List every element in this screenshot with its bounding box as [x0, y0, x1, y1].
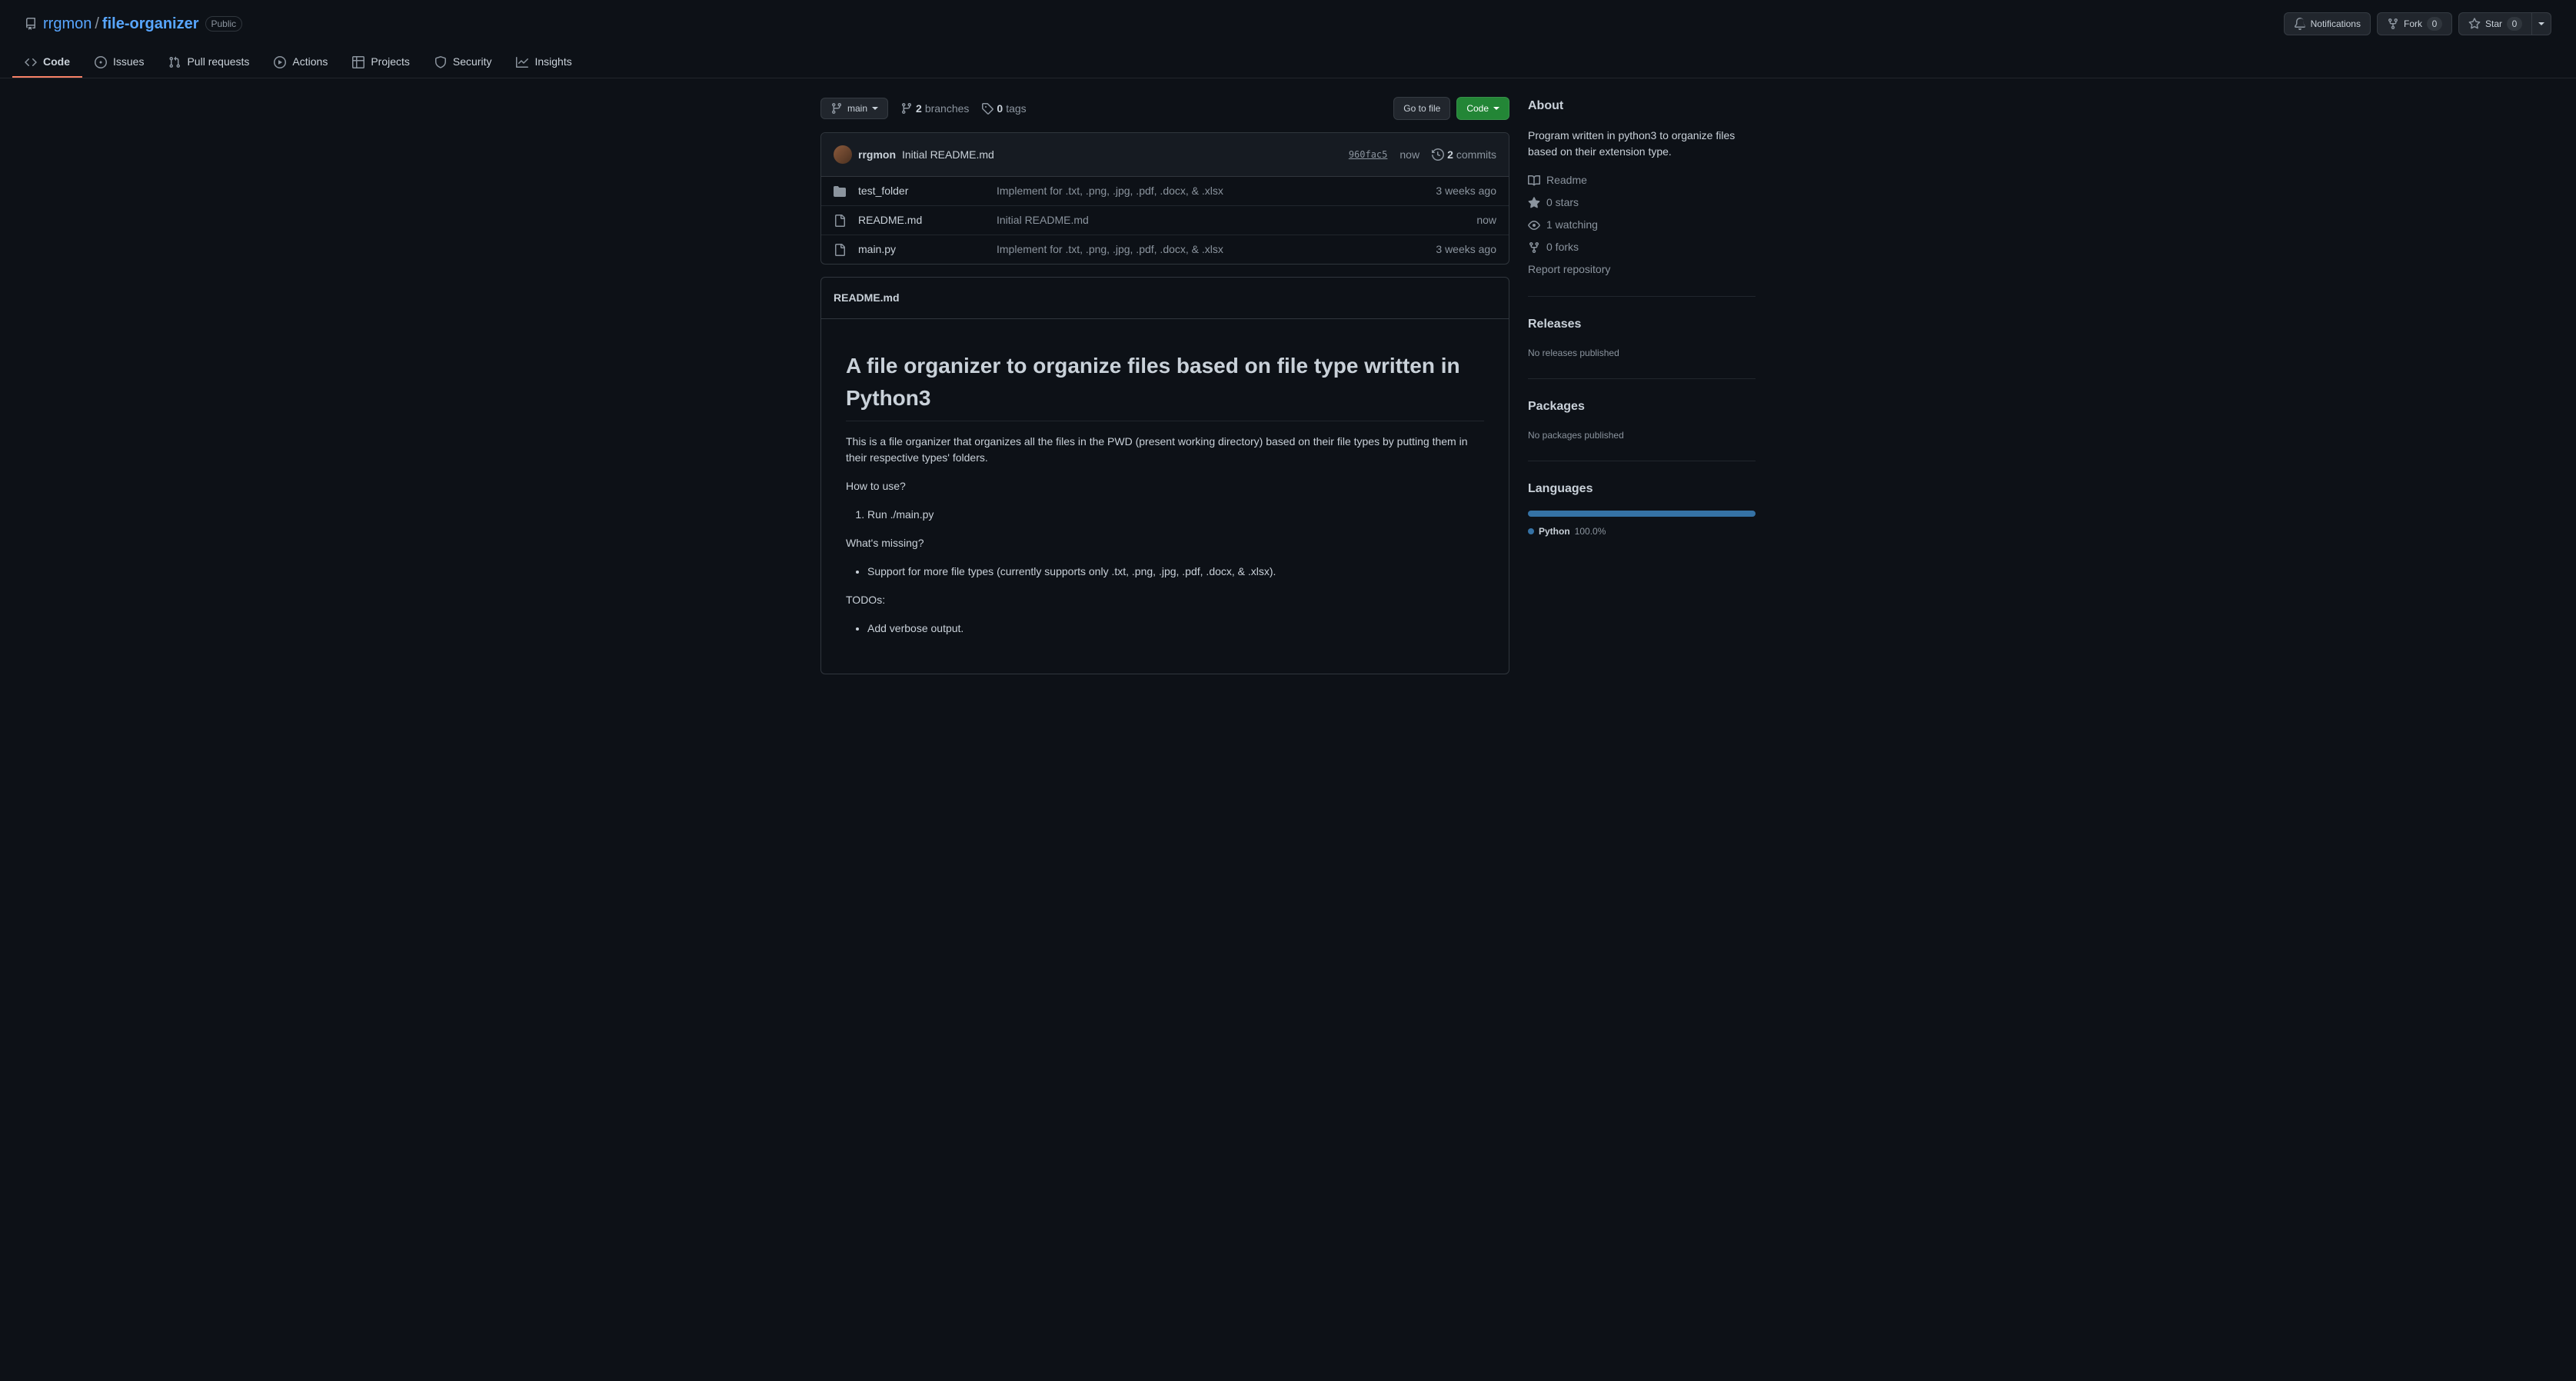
- graph-icon: [516, 56, 528, 68]
- visibility-badge: Public: [205, 16, 243, 32]
- branch-icon: [900, 102, 913, 115]
- go-to-file-button[interactable]: Go to file: [1393, 97, 1450, 120]
- repo-owner-link[interactable]: rrgmon: [43, 12, 92, 35]
- tag-icon: [981, 102, 993, 115]
- readme-box: README.md A file organizer to organize f…: [820, 277, 1509, 674]
- releases-heading: Releases: [1528, 315, 1756, 334]
- repo-nav-tabs: Code Issues Pull requests Actions Projec…: [0, 48, 2576, 78]
- forks-link[interactable]: 0 forks: [1528, 239, 1756, 255]
- file-name-link[interactable]: README.md: [858, 214, 922, 226]
- fork-label: Fork: [2404, 18, 2422, 29]
- commit-author-link[interactable]: rrgmon: [858, 147, 896, 163]
- files-box: rrgmon Initial README.md 960fac5 now 2 c…: [820, 132, 1509, 265]
- fork-count: 0: [2427, 17, 2442, 31]
- commits-link[interactable]: 2 commits: [1432, 147, 1496, 163]
- tab-security[interactable]: Security: [422, 48, 504, 78]
- star-button[interactable]: Star 0: [2458, 12, 2532, 35]
- file-commit-msg[interactable]: Implement for .txt, .png, .jpg, .pdf, .d…: [997, 243, 1223, 255]
- caret-down-icon: [872, 107, 878, 110]
- caret-down-icon: [2538, 22, 2544, 25]
- code-label: Code: [1466, 103, 1489, 114]
- branch-icon: [830, 102, 843, 115]
- repo-name-link[interactable]: file-organizer: [102, 12, 199, 35]
- commit-message-link[interactable]: Initial README.md: [902, 147, 994, 163]
- report-link[interactable]: Report repository: [1528, 261, 1756, 278]
- file-row: test_folder Implement for .txt, .png, .jp…: [821, 177, 1509, 206]
- readme-filename-link[interactable]: README.md: [834, 290, 900, 306]
- commit-time[interactable]: now: [1399, 147, 1419, 163]
- star-dropdown-button[interactable]: [2532, 12, 2551, 35]
- repo-title-group: rrgmon / file-organizer Public: [25, 12, 242, 35]
- about-heading: About: [1528, 97, 1756, 115]
- code-icon: [25, 56, 37, 68]
- branch-name: main: [847, 103, 867, 114]
- readme-link[interactable]: Readme: [1528, 172, 1756, 188]
- file-icon: [834, 215, 846, 227]
- file-commit-msg[interactable]: Initial README.md: [997, 214, 1089, 226]
- file-icon: [834, 244, 846, 256]
- issues-icon: [95, 56, 107, 68]
- star-icon: [2468, 18, 2481, 30]
- separator: /: [95, 12, 99, 35]
- languages-bar: [1528, 511, 1756, 517]
- tab-code[interactable]: Code: [12, 48, 82, 78]
- packages-heading: Packages: [1528, 398, 1756, 416]
- tab-issues[interactable]: Issues: [82, 48, 156, 78]
- branch-select-button[interactable]: main: [820, 98, 888, 119]
- about-description: Program written in python3 to organize f…: [1528, 128, 1756, 160]
- tab-actions[interactable]: Actions: [261, 48, 340, 78]
- packages-empty: No packages published: [1528, 428, 1756, 442]
- tags-link[interactable]: 0 tags: [981, 101, 1026, 117]
- file-name-link[interactable]: test_folder: [858, 185, 908, 197]
- star-icon: [1528, 197, 1540, 209]
- watching-link[interactable]: 1 watching: [1528, 217, 1756, 233]
- star-count: 0: [2507, 17, 2522, 31]
- commit-hash[interactable]: 960fac5: [1349, 148, 1388, 161]
- tab-insights[interactable]: Insights: [504, 48, 584, 78]
- lang-dot: [1528, 528, 1534, 534]
- file-row: main.py Implement for .txt, .png, .jpg, .…: [821, 235, 1509, 264]
- play-icon: [274, 56, 286, 68]
- file-time: 3 weeks ago: [1436, 241, 1496, 258]
- releases-empty: No releases published: [1528, 346, 1756, 360]
- tab-projects[interactable]: Projects: [340, 48, 422, 78]
- shield-icon: [434, 56, 447, 68]
- pull-request-icon: [168, 56, 181, 68]
- repo-icon: [25, 18, 37, 30]
- bell-icon: [2294, 18, 2306, 30]
- fork-icon: [1528, 241, 1540, 254]
- file-time: 3 weeks ago: [1436, 183, 1496, 199]
- history-icon: [1432, 148, 1444, 161]
- book-icon: [1528, 175, 1540, 187]
- branches-link[interactable]: 2 branches: [900, 101, 969, 117]
- file-time: now: [1476, 212, 1496, 228]
- fork-button[interactable]: Fork 0: [2377, 12, 2452, 35]
- languages-heading: Languages: [1528, 480, 1756, 498]
- table-icon: [352, 56, 364, 68]
- tab-pull-requests[interactable]: Pull requests: [156, 48, 261, 78]
- file-row: README.md Initial README.md now: [821, 206, 1509, 235]
- code-download-button[interactable]: Code: [1456, 97, 1509, 120]
- notifications-button[interactable]: Notifications: [2284, 12, 2371, 35]
- avatar[interactable]: [834, 145, 852, 164]
- notifications-label: Notifications: [2311, 18, 2361, 29]
- eye-icon: [1528, 219, 1540, 231]
- file-name-link[interactable]: main.py: [858, 243, 896, 255]
- caret-down-icon: [1493, 107, 1499, 110]
- readme-content: A file organizer to organize files based…: [821, 319, 1509, 674]
- language-item[interactable]: Python 100.0%: [1528, 524, 1606, 538]
- star-label: Star: [2485, 18, 2502, 29]
- folder-icon: [834, 185, 846, 198]
- fork-icon: [2387, 18, 2399, 30]
- readme-title: A file organizer to organize files based…: [846, 350, 1484, 421]
- stars-link[interactable]: 0 stars: [1528, 195, 1756, 211]
- file-commit-msg[interactable]: Implement for .txt, .png, .jpg, .pdf, .d…: [997, 185, 1223, 197]
